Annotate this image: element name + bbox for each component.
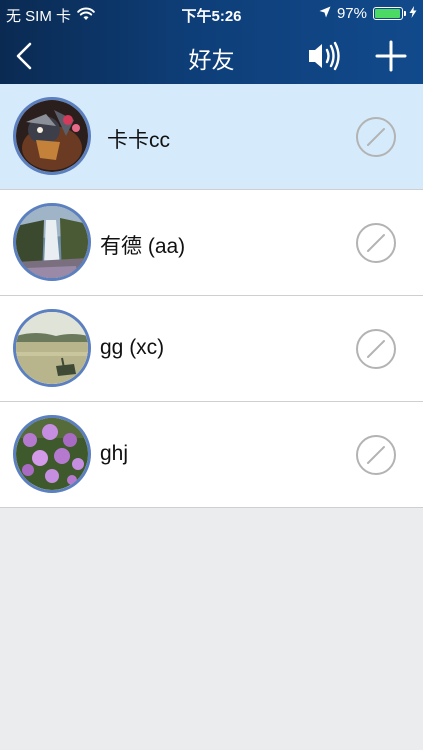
add-friend-button[interactable] [371, 36, 411, 76]
status-bar: 无 SIM 卡 下午5:26 97% [0, 0, 423, 28]
avatar [13, 415, 91, 493]
page-title: 好友 [188, 47, 235, 73]
friend-row[interactable]: gg (xc) [0, 296, 423, 402]
battery-fill [375, 9, 401, 18]
friend-row[interactable]: ghj [0, 402, 423, 508]
app-header: 无 SIM 卡 下午5:26 97% 好友 [0, 0, 423, 84]
friend-name: 卡卡cc [107, 129, 170, 152]
friend-name: ghj [100, 442, 129, 465]
plus-icon [375, 40, 407, 72]
battery-icon [373, 7, 406, 20]
status-right: 97% [319, 5, 417, 22]
block-button[interactable] [355, 116, 397, 158]
friend-row[interactable]: 有德 (aa) [0, 190, 423, 296]
block-button[interactable] [355, 222, 397, 264]
nav-bar: 好友 [0, 28, 423, 84]
location-arrow-icon [319, 5, 331, 22]
charging-bolt-icon [409, 5, 417, 22]
block-button[interactable] [355, 434, 397, 476]
avatar [13, 97, 91, 175]
block-circle-slash-icon [356, 117, 396, 157]
speaker-button[interactable] [305, 38, 343, 74]
avatar [13, 203, 91, 281]
friend-name: gg (xc) [100, 336, 165, 359]
avatar [13, 309, 91, 387]
battery-percent: 97% [336, 5, 367, 22]
block-circle-slash-icon [356, 435, 396, 475]
friend-list: 卡卡cc 有德 (aa) gg (xc) ghj [0, 84, 423, 508]
block-button[interactable] [355, 328, 397, 370]
friend-row[interactable]: 卡卡cc [0, 84, 423, 190]
block-circle-slash-icon [356, 329, 396, 369]
speaker-volume-icon [309, 41, 340, 71]
block-circle-slash-icon [356, 223, 396, 263]
friend-name: 有德 (aa) [100, 235, 186, 258]
